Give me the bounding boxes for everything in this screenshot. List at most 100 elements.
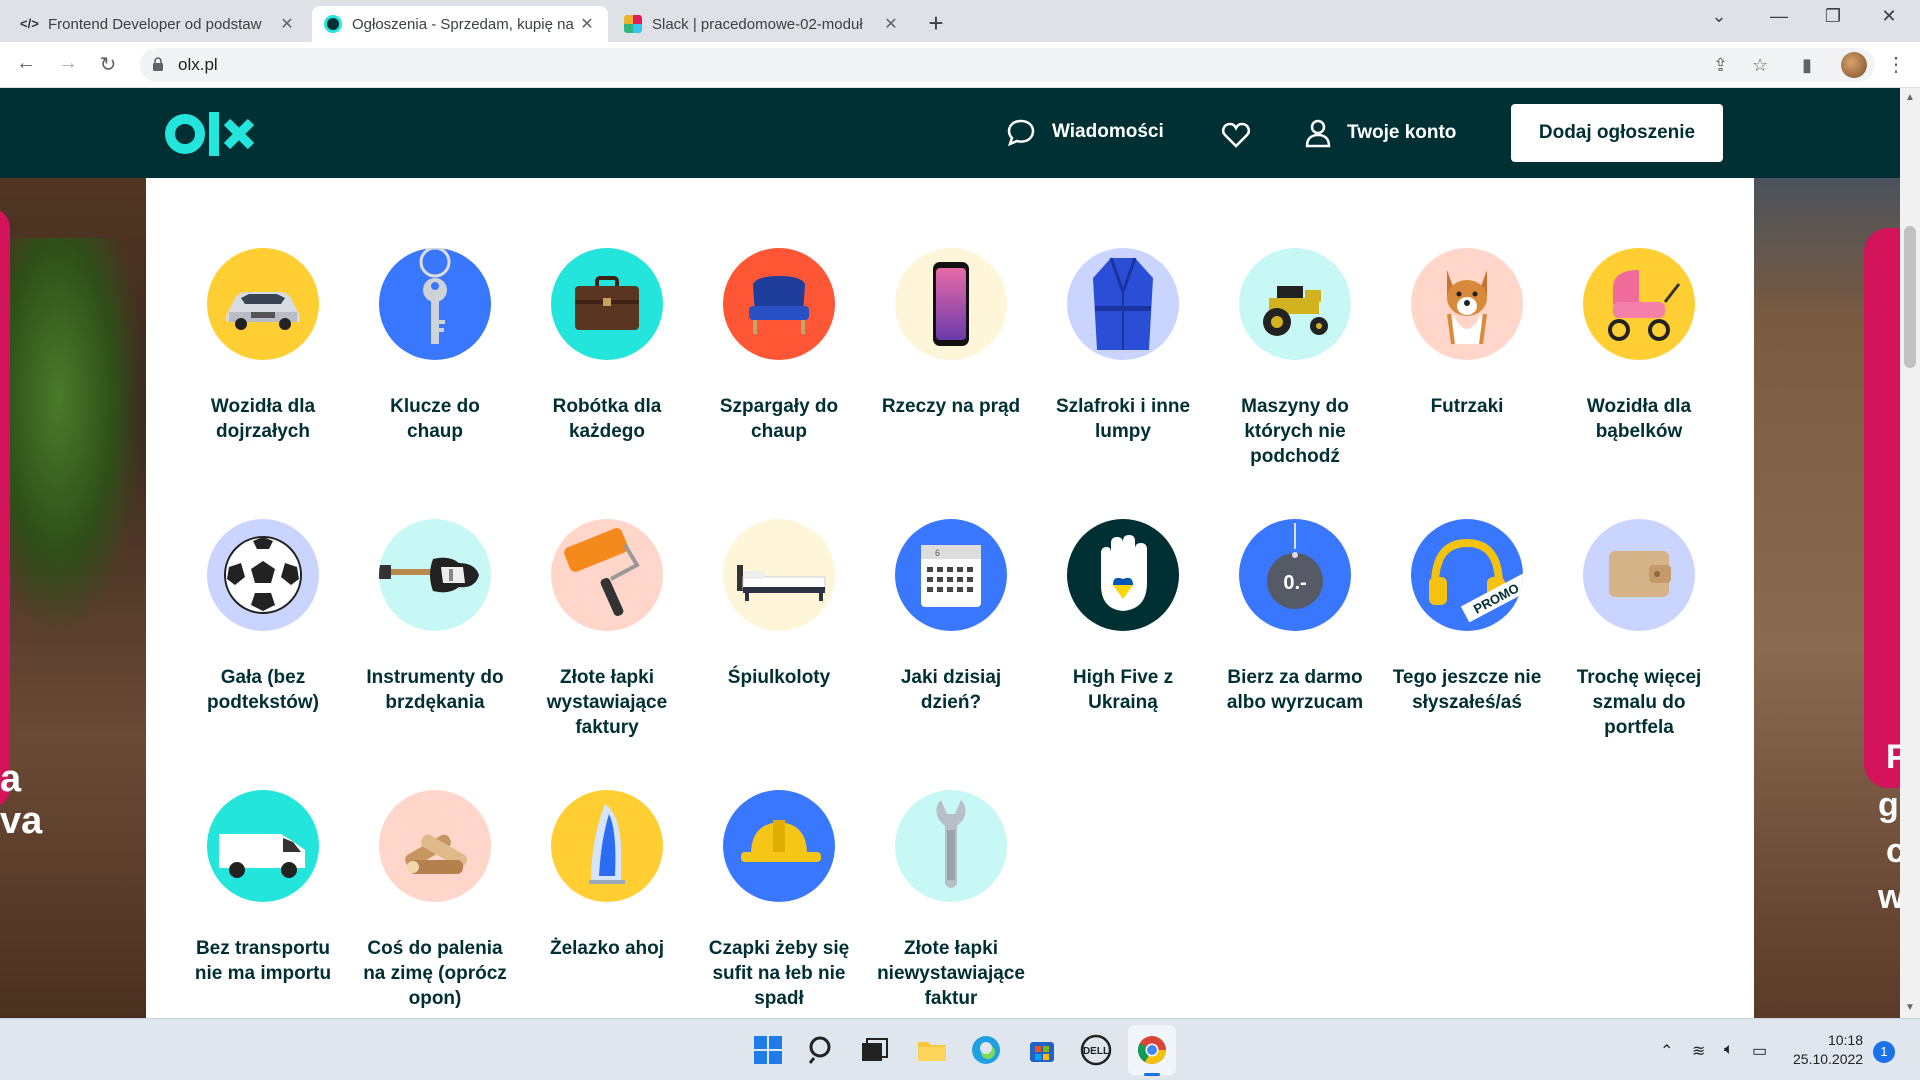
category-label: Trochę więcej szmalu do portfela: [1576, 667, 1702, 738]
olx-logo[interactable]: [165, 108, 257, 160]
windows-taskbar: DELL ⌃ ≋ 🔈︎ ▭ 10:18 25.10.2022 1: [0, 1018, 1920, 1080]
svg-text:0.-: 0.-: [1283, 572, 1306, 594]
category-bathrobe[interactable]: Szlafroki i inne lumpy: [1048, 248, 1198, 444]
new-tab-button[interactable]: +: [922, 8, 950, 39]
windows-start-icon[interactable]: [752, 1034, 784, 1066]
tab-frontend[interactable]: </> Frontend Developer od podstaw ✕: [8, 6, 308, 42]
category-ukraine-hand[interactable]: High Five z Ukrainą: [1048, 519, 1198, 715]
wallet-icon: [1583, 519, 1695, 631]
chevron-up-icon[interactable]: ⌃: [1660, 1041, 1673, 1061]
lock-icon[interactable]: [152, 57, 164, 71]
slack-icon: [624, 15, 642, 33]
tab-title: Slack | pracedomowe-02-moduł: [652, 15, 863, 33]
category-firewood[interactable]: Coś do palenia na zimę (oprócz opon): [360, 790, 510, 1011]
phone-image: [0, 208, 10, 808]
url-text[interactable]: olx.pl: [178, 55, 218, 75]
category-paint-roller[interactable]: Złote łapki wystawiające faktury: [532, 519, 682, 740]
scroll-down-icon[interactable]: ▼: [1905, 1002, 1915, 1013]
clock-time: 10:18: [1827, 1032, 1863, 1048]
minimize-button[interactable]: —: [1756, 6, 1802, 27]
category-label: Instrumenty do brzdękania: [366, 667, 504, 713]
store-icon[interactable]: [1026, 1034, 1058, 1066]
calendar-icon: 6: [895, 519, 1007, 631]
star-icon[interactable]: ☆: [1752, 55, 1768, 76]
share-icon[interactable]: ⇪: [1713, 55, 1728, 76]
tab-slack[interactable]: Slack | pracedomowe-02-moduł ✕: [612, 6, 912, 42]
category-label: High Five z Ukrainą: [1072, 667, 1174, 713]
category-label: Złote łapki wystawiające faktury: [546, 667, 668, 738]
olx-favicon-icon: [324, 15, 342, 33]
category-calendar[interactable]: 6 Jaki dzisiaj dzień?: [876, 519, 1026, 715]
menu-icon[interactable]: ⋮: [1886, 52, 1906, 77]
account-link[interactable]: Twoje konto: [1305, 118, 1456, 148]
tab-olx[interactable]: Ogłoszenia - Sprzedam, kupię na ✕: [312, 6, 608, 42]
back-button[interactable]: ←: [12, 52, 40, 75]
category-football[interactable]: Gała (bez podtekstów): [188, 519, 338, 715]
category-car[interactable]: Wozidła dla dojrzałych: [188, 248, 338, 444]
category-stroller[interactable]: Wozidła dla bąbelków: [1564, 248, 1714, 444]
wifi-icon[interactable]: ≋: [1692, 1041, 1705, 1061]
category-guitar[interactable]: Instrumenty do brzdękania: [360, 519, 510, 715]
tractor-icon: [1239, 248, 1351, 360]
page-scrollbar[interactable]: ▲ ▼: [1900, 88, 1920, 1018]
battery-icon[interactable]: ▭: [1752, 1041, 1767, 1061]
volume-icon[interactable]: 🔈︎: [1724, 1041, 1734, 1059]
svg-text:DELL: DELL: [1083, 1046, 1109, 1057]
restore-button[interactable]: ❐: [1810, 6, 1856, 27]
tab-title: Frontend Developer od podstaw: [48, 15, 262, 33]
category-wrench[interactable]: Złote łapki niewystawiające faktur: [876, 790, 1026, 1011]
address-bar-row: ← → ↻ olx.pl ⇪ ☆ ▮ ⋮: [0, 42, 1920, 88]
category-label: Robótka dla każdego: [552, 396, 662, 442]
close-icon[interactable]: ✕: [278, 14, 296, 34]
scroll-up-icon[interactable]: ▲: [1905, 92, 1915, 103]
tab-search-icon[interactable]: ⌄: [1696, 6, 1742, 27]
category-label: Futrzaki: [1430, 396, 1504, 417]
messages-link[interactable]: Wiadomości: [1006, 118, 1164, 146]
add-listing-button[interactable]: Dodaj ogłoszenie: [1511, 104, 1723, 162]
firewood-icon: [379, 790, 491, 902]
notification-badge[interactable]: 1: [1873, 1041, 1895, 1063]
category-key[interactable]: Klucze do chaup: [360, 248, 510, 444]
category-hard-hat[interactable]: Czapki żeby się sufit na łeb nie spadł: [704, 790, 854, 1011]
olx-header: Wiadomości Twoje konto Dodaj ogłoszenie: [0, 88, 1900, 178]
background-ad-right: P go c w: [1754, 88, 1900, 1018]
chrome-icon[interactable]: [1136, 1034, 1168, 1066]
chat-icon: [1007, 119, 1035, 146]
category-label: Maszyny do których nie podchodź: [1241, 396, 1349, 467]
side-panel-icon[interactable]: ▮: [1802, 55, 1812, 76]
category-dog[interactable]: Futrzaki: [1392, 248, 1542, 419]
scroll-thumb[interactable]: [1904, 226, 1916, 368]
close-icon[interactable]: ✕: [882, 14, 900, 34]
heart-icon[interactable]: [1222, 122, 1250, 148]
category-van[interactable]: Bez transportu nie ma importu: [188, 790, 338, 986]
search-icon[interactable]: [806, 1034, 838, 1066]
category-briefcase[interactable]: Robótka dla każdego: [532, 248, 682, 444]
reload-button[interactable]: ↻: [94, 52, 122, 77]
category-armchair[interactable]: Szpargały do chaup: [704, 248, 854, 444]
omnibox[interactable]: [140, 48, 1875, 82]
category-free-tag[interactable]: 0.- Bierz za darmo albo wyrzucam: [1220, 519, 1370, 715]
forward-button[interactable]: →: [54, 52, 82, 75]
clock[interactable]: 10:18 25.10.2022: [1793, 1031, 1863, 1069]
category-label: Jaki dzisiaj dzień?: [900, 667, 1002, 713]
category-smartphone[interactable]: Rzeczy na prąd: [876, 248, 1026, 419]
free-tag-icon: 0.-: [1239, 519, 1351, 631]
category-iron[interactable]: Żelazko ahoj: [532, 790, 682, 961]
active-app-indicator: [1144, 1073, 1160, 1076]
task-view-icon[interactable]: [858, 1034, 890, 1066]
category-label: Złote łapki niewystawiające faktur: [877, 938, 1025, 1009]
football-icon: [207, 519, 319, 631]
ad-text: a: [0, 758, 22, 800]
ukraine-hand-icon: [1067, 519, 1179, 631]
guitar-icon: [379, 519, 491, 631]
profile-avatar[interactable]: [1841, 52, 1867, 78]
close-icon[interactable]: ✕: [578, 14, 596, 34]
edge-icon[interactable]: [970, 1034, 1002, 1066]
file-explorer-icon[interactable]: [916, 1034, 948, 1066]
category-tractor[interactable]: Maszyny do których nie podchodź: [1220, 248, 1370, 469]
category-bed[interactable]: Śpiulkoloty: [704, 519, 854, 690]
dell-icon[interactable]: DELL: [1080, 1034, 1112, 1066]
category-headphones-promo[interactable]: PROMO Tego jeszcze nie słyszałeś/aś: [1392, 519, 1542, 715]
category-wallet[interactable]: Trochę więcej szmalu do portfela: [1564, 519, 1714, 740]
close-window-button[interactable]: ✕: [1866, 6, 1912, 27]
